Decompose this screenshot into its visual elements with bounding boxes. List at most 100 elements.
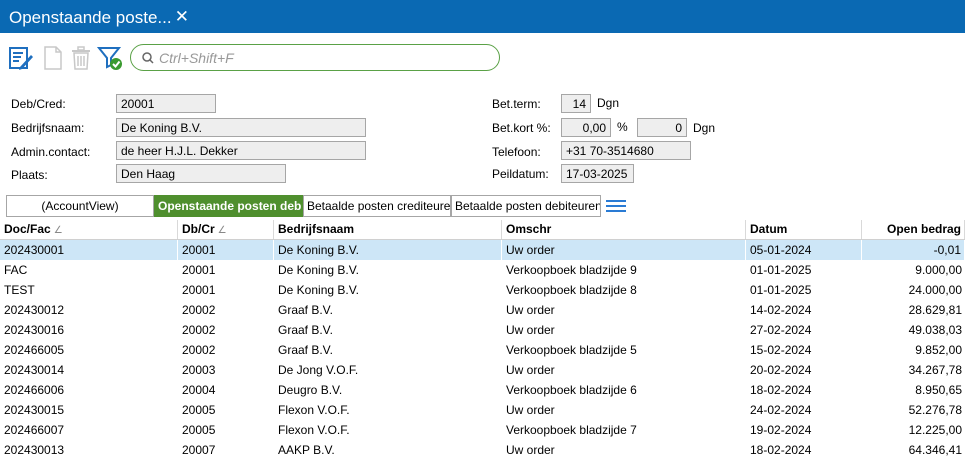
cell-doc-fac[interactable]: 202430001 (0, 240, 178, 260)
cell-omschr[interactable]: Uw order (502, 240, 746, 260)
cell-db-cr[interactable]: 20003 (178, 360, 274, 380)
table-row[interactable]: 202430012 20002 Graaf B.V. Uw order 14-02-20… (0, 300, 965, 320)
cell-db-cr[interactable]: 20002 (178, 340, 274, 360)
cell-open-bedrag[interactable]: 52.276,78 (862, 400, 965, 420)
cell-open-bedrag[interactable]: 8.950,65 (862, 380, 965, 400)
refdate-field[interactable]: 17-03-2025 (561, 164, 634, 183)
col-header-doc-fac[interactable]: Doc/Fac ∠ (0, 220, 178, 239)
cell-db-cr[interactable]: 20001 (178, 240, 274, 260)
cell-datum[interactable]: 27-02-2024 (746, 320, 862, 340)
cell-bedrijfsnaam[interactable]: De Koning B.V. (274, 240, 502, 260)
cell-open-bedrag[interactable]: 34.267,78 (862, 360, 965, 380)
cell-db-cr[interactable]: 20004 (178, 380, 274, 400)
contact-field[interactable]: de heer H.J.L. Dekker (116, 141, 366, 160)
cell-omschr[interactable]: Uw order (502, 320, 746, 340)
cell-db-cr[interactable]: 20005 (178, 400, 274, 420)
cell-datum[interactable]: 05-01-2024 (746, 240, 862, 260)
cell-bedrijfsnaam[interactable]: Deugro B.V. (274, 380, 502, 400)
document-tab[interactable]: Openstaande poste... ✕ (0, 2, 197, 33)
cell-datum[interactable]: 19-02-2024 (746, 420, 862, 440)
cell-db-cr[interactable]: 20002 (178, 300, 274, 320)
tab-betaalde-posten-crediteuren[interactable]: Betaalde posten crediteuren (303, 195, 451, 217)
cell-omschr[interactable]: Verkoopboek bladzijde 7 (502, 420, 746, 440)
cell-bedrijfsnaam[interactable]: Graaf B.V. (274, 340, 502, 360)
cell-datum[interactable]: 01-01-2025 (746, 280, 862, 300)
delete-icon[interactable] (68, 45, 94, 71)
cell-omschr[interactable]: Uw order (502, 300, 746, 320)
cell-open-bedrag[interactable]: 9.000,00 (862, 260, 965, 280)
cell-datum[interactable]: 14-02-2024 (746, 300, 862, 320)
table-row[interactable]: 202466007 20005 Flexon V.O.F. Verkoopboek b… (0, 420, 965, 440)
cell-datum[interactable]: 20-02-2024 (746, 360, 862, 380)
phone-field[interactable]: +31 70-3514680 (561, 141, 691, 160)
cell-open-bedrag[interactable]: 12.225,00 (862, 420, 965, 440)
cell-omschr[interactable]: Verkoopboek bladzijde 9 (502, 260, 746, 280)
tab-accountview[interactable]: (AccountView) (6, 195, 154, 217)
cell-bedrijfsnaam[interactable]: De Koning B.V. (274, 280, 502, 300)
table-row[interactable]: 202466006 20004 Deugro B.V. Verkoopboek bla… (0, 380, 965, 400)
table-row[interactable]: FAC 20001 De Koning B.V. Verkoopboek bladzi… (0, 260, 965, 280)
cell-open-bedrag[interactable]: 24.000,00 (862, 280, 965, 300)
cell-bedrijfsnaam[interactable]: AAKP B.V. (274, 440, 502, 460)
tab-betaalde-posten-debiteuren[interactable]: Betaalde posten debiteuren (451, 195, 601, 217)
cell-db-cr[interactable]: 20001 (178, 260, 274, 280)
col-header-open-bedrag[interactable]: Open bedrag (862, 220, 965, 239)
new-document-icon[interactable] (40, 45, 66, 71)
cell-omschr[interactable]: Uw order (502, 440, 746, 460)
cell-bedrijfsnaam[interactable]: De Koning B.V. (274, 260, 502, 280)
discount-field[interactable]: 0,00 (561, 118, 611, 137)
cell-doc-fac[interactable]: FAC (0, 260, 178, 280)
cell-open-bedrag[interactable]: 49.038,03 (862, 320, 965, 340)
col-header-datum[interactable]: Datum (746, 220, 862, 239)
cell-bedrijfsnaam[interactable]: Flexon V.O.F. (274, 400, 502, 420)
cell-doc-fac[interactable]: 202466007 (0, 420, 178, 440)
cell-open-bedrag[interactable]: -0,01 (862, 240, 965, 260)
cell-db-cr[interactable]: 20002 (178, 320, 274, 340)
cell-omschr[interactable]: Uw order (502, 360, 746, 380)
cell-omschr[interactable]: Verkoopboek bladzijde 5 (502, 340, 746, 360)
table-row[interactable]: 202466005 20002 Graaf B.V. Verkoopboek blad… (0, 340, 965, 360)
search-input[interactable]: Ctrl+Shift+F (130, 44, 500, 71)
cell-db-cr[interactable]: 20001 (178, 280, 274, 300)
cell-doc-fac[interactable]: 202430015 (0, 400, 178, 420)
cell-db-cr[interactable]: 20005 (178, 420, 274, 440)
payterm-field[interactable]: 14 (561, 94, 591, 113)
col-header-bedrijfsnaam[interactable]: Bedrijfsnaam (274, 220, 502, 239)
col-header-db-cr[interactable]: Db/Cr ∠ (178, 220, 274, 239)
cell-doc-fac[interactable]: TEST (0, 280, 178, 300)
filter-icon[interactable] (97, 45, 123, 71)
company-field[interactable]: De Koning B.V. (116, 118, 366, 137)
menu-icon[interactable] (606, 200, 626, 214)
cell-doc-fac[interactable]: 202430014 (0, 360, 178, 380)
cell-doc-fac[interactable]: 202430013 (0, 440, 178, 460)
cell-datum[interactable]: 01-01-2025 (746, 260, 862, 280)
tab-openstaande-posten-debiteuren[interactable]: Openstaande posten debiteuren (154, 195, 303, 217)
cell-datum[interactable]: 24-02-2024 (746, 400, 862, 420)
col-header-omschr[interactable]: Omschr (502, 220, 746, 239)
cell-open-bedrag[interactable]: 9.852,00 (862, 340, 965, 360)
cell-omschr[interactable]: Verkoopboek bladzijde 6 (502, 380, 746, 400)
table-row[interactable]: 202430014 20003 De Jong V.O.F. Uw order 20-0… (0, 360, 965, 380)
cell-bedrijfsnaam[interactable]: Graaf B.V. (274, 320, 502, 340)
discount-days-field[interactable]: 0 (637, 118, 687, 137)
cell-omschr[interactable]: Verkoopboek bladzijde 8 (502, 280, 746, 300)
cell-db-cr[interactable]: 20007 (178, 440, 274, 460)
table-row[interactable]: 202430001 20001 De Koning B.V. Uw order 05-0… (0, 240, 965, 260)
cell-doc-fac[interactable]: 202466006 (0, 380, 178, 400)
cell-datum[interactable]: 18-02-2024 (746, 440, 862, 460)
cell-open-bedrag[interactable]: 28.629,81 (862, 300, 965, 320)
cell-doc-fac[interactable]: 202430016 (0, 320, 178, 340)
cell-bedrijfsnaam[interactable]: Graaf B.V. (274, 300, 502, 320)
close-icon[interactable]: ✕ (175, 7, 189, 27)
cell-doc-fac[interactable]: 202430012 (0, 300, 178, 320)
deb-cred-field[interactable]: 20001 (116, 94, 216, 113)
place-field[interactable]: Den Haag (116, 164, 286, 183)
table-row[interactable]: 202430013 20007 AAKP B.V. Uw order 18-02-202… (0, 440, 965, 460)
cell-open-bedrag[interactable]: 64.346,41 (862, 440, 965, 460)
cell-doc-fac[interactable]: 202466005 (0, 340, 178, 360)
cell-bedrijfsnaam[interactable]: De Jong V.O.F. (274, 360, 502, 380)
cell-datum[interactable]: 18-02-2024 (746, 380, 862, 400)
table-row[interactable]: 202430015 20005 Flexon V.O.F. Uw order 24-02… (0, 400, 965, 420)
cell-bedrijfsnaam[interactable]: Flexon V.O.F. (274, 420, 502, 440)
table-row[interactable]: TEST 20001 De Koning B.V. Verkoopboek bladz… (0, 280, 965, 300)
